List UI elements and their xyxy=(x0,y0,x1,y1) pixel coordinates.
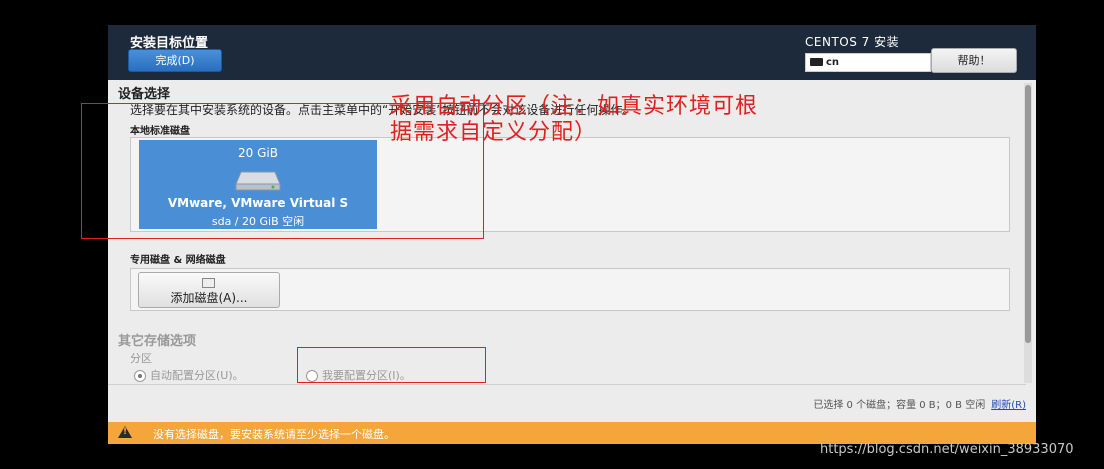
annotation-line-1: 采用自动分区（注：如真实环境可根 xyxy=(390,94,759,119)
keyboard-layout-label: cn xyxy=(826,57,840,68)
device-selection-title: 设备选择 xyxy=(118,87,171,102)
annotation-text: 采用自动分区（注：如真实环境可根 据需求自定义分配） xyxy=(390,94,990,146)
scrollbar[interactable] xyxy=(1024,83,1032,383)
product-title: CENTOS 7 安装 xyxy=(805,35,900,49)
disk-add-icon xyxy=(202,278,215,288)
refresh-link[interactable]: 刷新(R) xyxy=(991,400,1026,411)
add-disk-button[interactable]: 添加磁盘(A)... xyxy=(138,272,280,308)
keyboard-layout-indicator[interactable]: cn xyxy=(805,53,931,72)
auto-partition-label: 自动配置分区(U)。 xyxy=(150,369,244,382)
annotation-box-manual xyxy=(297,347,486,383)
radio-checked-icon xyxy=(134,370,146,382)
partition-label: 分区 xyxy=(130,352,152,365)
specialized-disks-title: 专用磁盘 & 网络磁盘 xyxy=(130,255,226,266)
header-bar: 安装目标位置 完成(D) CENTOS 7 安装 cn 帮助！ xyxy=(108,25,1036,80)
warning-bar[interactable]: ! 没有选择磁盘，要安装系统请至少选择一个磁盘。 xyxy=(108,422,1036,444)
scrollbar-thumb[interactable] xyxy=(1025,85,1031,343)
warning-text: 没有选择磁盘，要安装系统请至少选择一个磁盘。 xyxy=(153,428,395,441)
selection-summary: 已选择 0 个磁盘；容量 0 B；0 B 空闲 刷新(R) xyxy=(813,396,1026,411)
keyboard-icon xyxy=(810,58,823,66)
auto-partition-radio[interactable]: 自动配置分区(U)。 xyxy=(134,367,244,383)
other-storage-title: 其它存储选项 xyxy=(118,334,197,349)
summary-text: 已选择 0 个磁盘；容量 0 B；0 B 空闲 xyxy=(813,400,986,411)
annotation-line-2: 据需求自定义分配） xyxy=(390,120,598,145)
specialized-disks-panel: 添加磁盘(A)... xyxy=(130,268,1010,311)
add-disk-label: 添加磁盘(A)... xyxy=(170,291,248,305)
help-button[interactable]: 帮助！ xyxy=(931,48,1017,73)
done-button[interactable]: 完成(D) xyxy=(128,49,222,72)
divider xyxy=(108,384,1026,385)
watermark: https://blog.csdn.net/weixin_38933070 xyxy=(820,442,1074,457)
warning-icon: ! xyxy=(118,426,132,438)
